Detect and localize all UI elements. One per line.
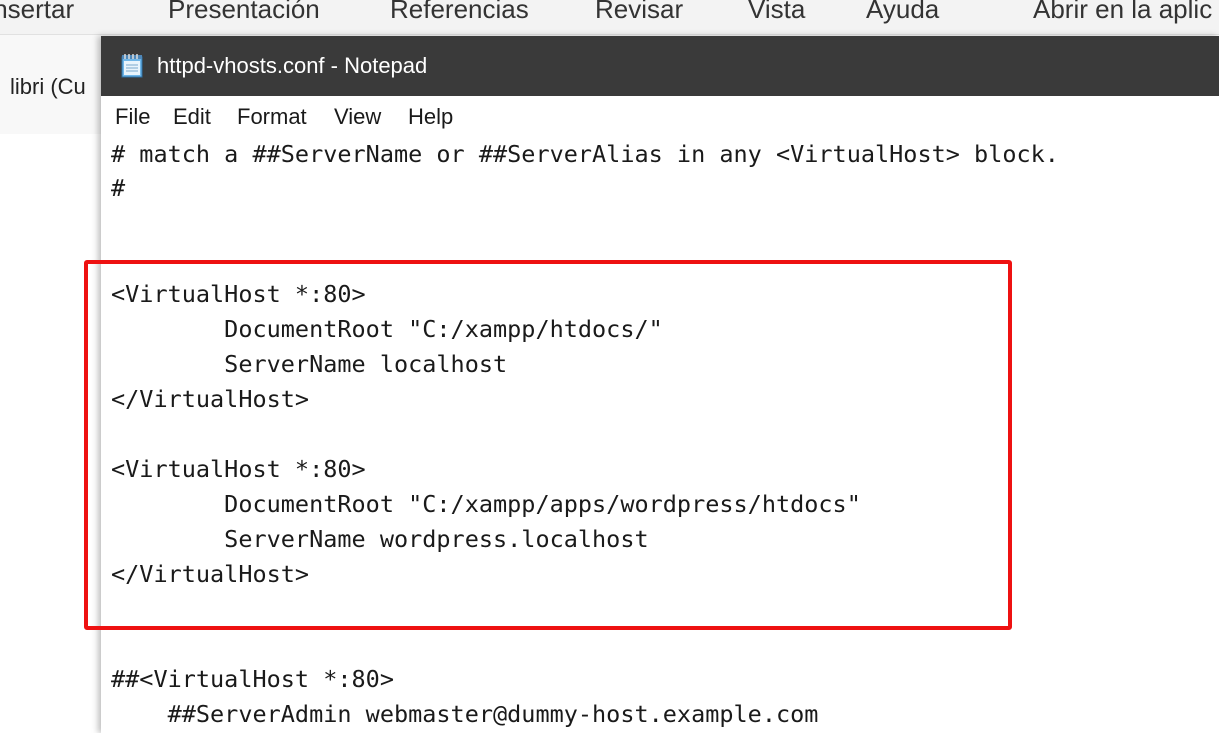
notepad-window: httpd-vhosts.conf - Notepad File Edit Fo…: [84, 36, 1219, 733]
ribbon-tab-presentacion[interactable]: Presentación: [168, 0, 320, 25]
text-editor[interactable]: # match a ##ServerName or ##ServerAlias …: [84, 134, 1219, 733]
code-line: <VirtualHost *:80>: [111, 280, 366, 308]
menu-format[interactable]: Format: [237, 104, 307, 130]
code-line: #: [111, 174, 126, 202]
ribbon-tab-insertar[interactable]: Insertar: [0, 0, 74, 25]
code-line: ServerName wordpress.localhost: [111, 525, 649, 553]
notepad-icon: [119, 53, 145, 79]
ribbon-tab-vista[interactable]: Vista: [748, 0, 805, 25]
title-bar[interactable]: httpd-vhosts.conf - Notepad: [101, 36, 1219, 96]
ribbon-tabs: Insertar Presentación Referencias Revisa…: [0, 0, 1219, 34]
menu-edit[interactable]: Edit: [173, 104, 211, 130]
code-line: DocumentRoot "C:/xampp/htdocs/": [111, 315, 663, 343]
code-line: DocumentRoot "C:/xampp/apps/wordpress/ht…: [111, 490, 861, 518]
ribbon-tab-ayuda[interactable]: Ayuda: [866, 0, 939, 25]
font-name-box[interactable]: libri (Cu: [10, 74, 86, 100]
menu-view[interactable]: View: [334, 104, 381, 130]
ribbon-open-in-app[interactable]: Abrir en la aplic: [1033, 0, 1212, 25]
window-title: httpd-vhosts.conf - Notepad: [157, 53, 428, 78]
code-line: # match a ##ServerName or ##ServerAlias …: [111, 140, 1059, 168]
code-line: ##<VirtualHost *:80>: [111, 665, 394, 693]
menu-help[interactable]: Help: [408, 104, 453, 130]
code-line: ##ServerAdmin webmaster@dummy-host.examp…: [111, 700, 819, 728]
code-line: <VirtualHost *:80>: [111, 455, 366, 483]
code-line: </VirtualHost>: [111, 385, 310, 413]
menu-file[interactable]: File: [115, 104, 150, 130]
menu-bar: File Edit Format View Help: [101, 96, 1219, 134]
ribbon-tab-referencias[interactable]: Referencias: [390, 0, 529, 25]
ribbon-tab-revisar[interactable]: Revisar: [595, 0, 683, 25]
code-line: ServerName localhost: [111, 350, 508, 378]
code-line: </VirtualHost>: [111, 560, 310, 588]
